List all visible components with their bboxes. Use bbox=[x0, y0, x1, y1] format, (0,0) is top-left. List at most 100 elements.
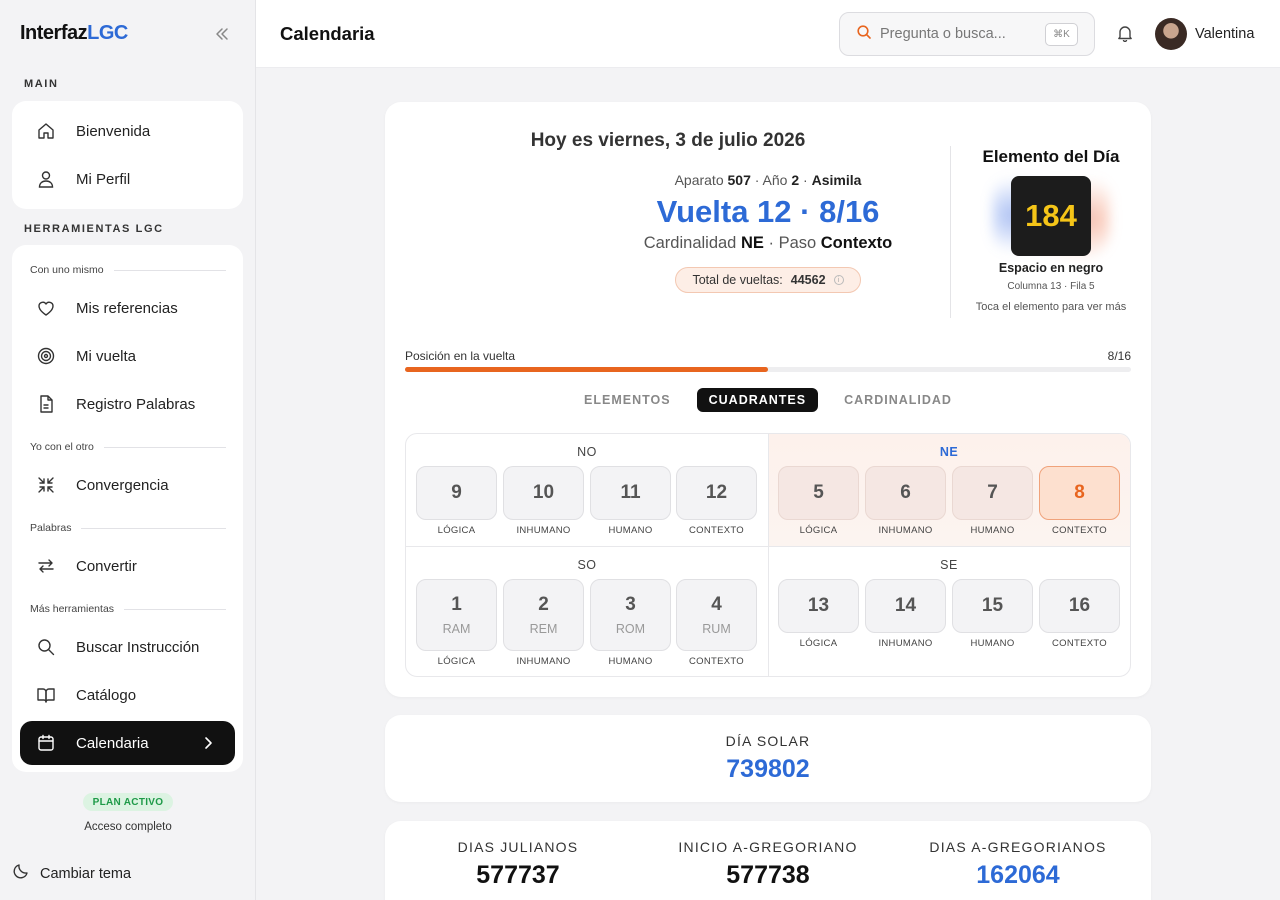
total-vueltas-badge[interactable]: Total de vueltas: 44562 i bbox=[675, 267, 861, 293]
tools-nav-card: Con uno mismo Mis referencias Mi vuelta … bbox=[12, 245, 243, 772]
top-header: Calendaria Pregunta o busca... ⌘K Valent… bbox=[256, 0, 1280, 68]
calendar-icon bbox=[36, 733, 56, 753]
info-icon: i bbox=[833, 275, 844, 285]
section-main-title: MAIN bbox=[24, 78, 59, 90]
quadrant-cell[interactable]: 13 LÓGICA bbox=[778, 579, 859, 649]
sidebar-item-mi-vuelta[interactable]: Mi vuelta bbox=[20, 334, 235, 378]
solar-day-value: 739802 bbox=[726, 755, 810, 783]
sidebar-item-bienvenida[interactable]: Bienvenida bbox=[20, 109, 235, 153]
quadrant-title: NE bbox=[939, 445, 959, 459]
sidebar-item-buscar-instruccion[interactable]: Buscar Instrucción bbox=[20, 625, 235, 669]
sidebar-item-label: Bienvenida bbox=[76, 122, 151, 140]
quadrant-cell[interactable]: 16 CONTEXTO bbox=[1039, 579, 1120, 649]
quadrant-title: NO bbox=[577, 445, 597, 459]
theme-toggle-button[interactable]: Cambiar tema bbox=[12, 862, 131, 885]
sidebar-item-label: Registro Palabras bbox=[76, 395, 196, 413]
quadrant-cell[interactable]: 15 HUMANO bbox=[952, 579, 1033, 649]
document-icon bbox=[36, 394, 56, 414]
quadrant-cell-current[interactable]: 8 CONTEXTO bbox=[1039, 466, 1120, 536]
quadrant-cell[interactable]: 10 INHUMANO bbox=[503, 466, 584, 536]
bell-icon[interactable] bbox=[1116, 24, 1134, 47]
section-tools-title: HERRAMIENTAS LGC bbox=[24, 223, 164, 235]
page-title: Calendaria bbox=[280, 23, 375, 44]
sidebar-item-registro-palabras[interactable]: Registro Palabras bbox=[20, 382, 235, 426]
quadrant-cell[interactable]: 12 CONTEXTO bbox=[676, 466, 757, 536]
sidebar-item-label: Calendaria bbox=[76, 734, 149, 752]
sidebar: InterfazLGC MAIN Bienvenida Mi Perfil HE… bbox=[0, 0, 256, 900]
user-icon bbox=[36, 169, 56, 189]
chevron-right-icon bbox=[199, 734, 217, 757]
sidebar-item-calendaria[interactable]: Calendaria bbox=[20, 721, 235, 765]
quadrant-so: SO 1 RAM LÓGICA 2 REM INHUMANO 3 ROM HUMANO 4R… bbox=[406, 547, 768, 676]
search-placeholder: Pregunta o busca... bbox=[880, 26, 1006, 42]
search-input[interactable]: Pregunta o busca... ⌘K bbox=[839, 12, 1095, 56]
home-icon bbox=[36, 121, 56, 141]
view-tabs: ELEMENTOS CUADRANTES CARDINALIDAD bbox=[385, 388, 1151, 412]
app-logo[interactable]: InterfazLGC bbox=[20, 22, 128, 45]
quadrant-cell[interactable]: 5 LÓGICA bbox=[778, 466, 859, 536]
sidebar-item-label: Mis referencias bbox=[76, 299, 178, 317]
collapse-sidebar-icon[interactable] bbox=[212, 24, 232, 44]
calendar-stats-card: DIAS JULIANOS 577737 INICIO A-GREGORIANO… bbox=[385, 821, 1151, 900]
main-nav-card: Bienvenida Mi Perfil bbox=[12, 101, 243, 209]
user-name[interactable]: Valentina bbox=[1195, 26, 1254, 42]
group-label-mas-herramientas: Más herramientas bbox=[30, 603, 226, 615]
theme-toggle-label: Cambiar tema bbox=[40, 865, 132, 882]
element-of-day-tile[interactable]: 184 bbox=[1011, 176, 1091, 256]
quadrant-grid: NO 9 LÓGICA 10 INHUMANO 11 HUMANO 12 CONTEXT… bbox=[405, 433, 1131, 677]
element-of-day-title: Elemento del Día bbox=[982, 147, 1120, 166]
position-label: Posición en la vuelta bbox=[405, 349, 516, 363]
today-heading: Hoy es viernes, 3 de julio 2026 bbox=[530, 130, 806, 151]
quadrant-cell[interactable]: 2 REM INHUMANO bbox=[503, 579, 584, 667]
solar-day-label: DÍA SOLAR bbox=[725, 733, 811, 749]
quadrant-title: SE bbox=[940, 558, 958, 572]
sidebar-item-convertir[interactable]: Convertir bbox=[20, 544, 235, 588]
quadrant-ne: NE 5 LÓGICA 6 INHUMANO 7 HUMANO 8 CONTEXTO bbox=[768, 434, 1130, 546]
sidebar-item-label: Mi vuelta bbox=[76, 347, 137, 365]
position-progress-fill bbox=[405, 367, 768, 372]
avatar[interactable] bbox=[1155, 18, 1187, 50]
sidebar-item-label: Mi Perfil bbox=[76, 170, 131, 188]
quadrant-se: SE 13 LÓGICA 14 INHUMANO 15 HUMANO 16 CONTEX… bbox=[768, 547, 1130, 676]
sidebar-item-mi-perfil[interactable]: Mi Perfil bbox=[20, 157, 235, 201]
element-hint: Toca el elemento para ver más bbox=[975, 301, 1127, 313]
quadrant-cell[interactable]: 11 HUMANO bbox=[590, 466, 671, 536]
spiral-icon bbox=[36, 346, 56, 366]
moon-icon bbox=[12, 862, 30, 885]
tab-elementos[interactable]: ELEMENTOS bbox=[572, 388, 683, 412]
search-shortcut: ⌘K bbox=[1045, 23, 1078, 46]
element-name: Espacio en negro bbox=[998, 261, 1104, 275]
sidebar-item-label: Convertir bbox=[76, 557, 137, 575]
quadrant-cell[interactable]: 1 RAM LÓGICA bbox=[416, 579, 497, 667]
solar-day-card: DÍA SOLAR 739802 bbox=[385, 715, 1151, 802]
tab-cardinalidad[interactable]: CARDINALIDAD bbox=[832, 388, 964, 412]
sidebar-item-catalogo[interactable]: Catálogo bbox=[20, 673, 235, 717]
position-progress-bar bbox=[405, 367, 1131, 372]
group-label-con-uno-mismo: Con uno mismo bbox=[30, 264, 226, 276]
stat-inicio-a-gregoriano: INICIO A-GREGORIANO 577738 bbox=[678, 839, 858, 889]
sidebar-item-label: Convergencia bbox=[76, 476, 169, 494]
search-icon bbox=[36, 637, 56, 657]
quadrant-cell[interactable]: 7 HUMANO bbox=[952, 466, 1033, 536]
tab-cuadrantes[interactable]: CUADRANTES bbox=[696, 388, 819, 412]
plan-status-badge: PLAN ACTIVO bbox=[83, 793, 173, 811]
swap-icon bbox=[36, 556, 56, 576]
group-label-yo-con-el-otro: Yo con el otro bbox=[30, 441, 226, 453]
quadrant-cell[interactable]: 14 INHUMANO bbox=[865, 579, 946, 649]
position-value: 8/16 bbox=[1107, 349, 1131, 363]
calendar-main-card: Hoy es viernes, 3 de julio 2026 Aparato … bbox=[385, 102, 1151, 697]
quadrant-cell[interactable]: 6 INHUMANO bbox=[865, 466, 946, 536]
quadrant-cell[interactable]: 3 ROM HUMANO bbox=[590, 579, 671, 667]
element-position: Columna 13 · Fila 5 bbox=[1007, 281, 1095, 292]
book-icon bbox=[36, 685, 56, 705]
quadrant-cell[interactable]: 4 RUM CONTEXTO bbox=[676, 579, 757, 667]
stat-dias-julianos: DIAS JULIANOS 577737 bbox=[457, 839, 579, 889]
divider bbox=[950, 146, 951, 318]
stat-dias-a-gregorianos: DIAS A-GREGORIANOS 162064 bbox=[929, 839, 1107, 889]
quadrant-title: SO bbox=[577, 558, 597, 572]
quadrant-cell[interactable]: 9 LÓGICA bbox=[416, 466, 497, 536]
sidebar-item-convergencia[interactable]: Convergencia bbox=[20, 463, 235, 507]
sidebar-item-label: Buscar Instrucción bbox=[76, 638, 200, 656]
plan-description: Acceso completo bbox=[84, 821, 172, 833]
sidebar-item-mis-referencias[interactable]: Mis referencias bbox=[20, 286, 235, 330]
